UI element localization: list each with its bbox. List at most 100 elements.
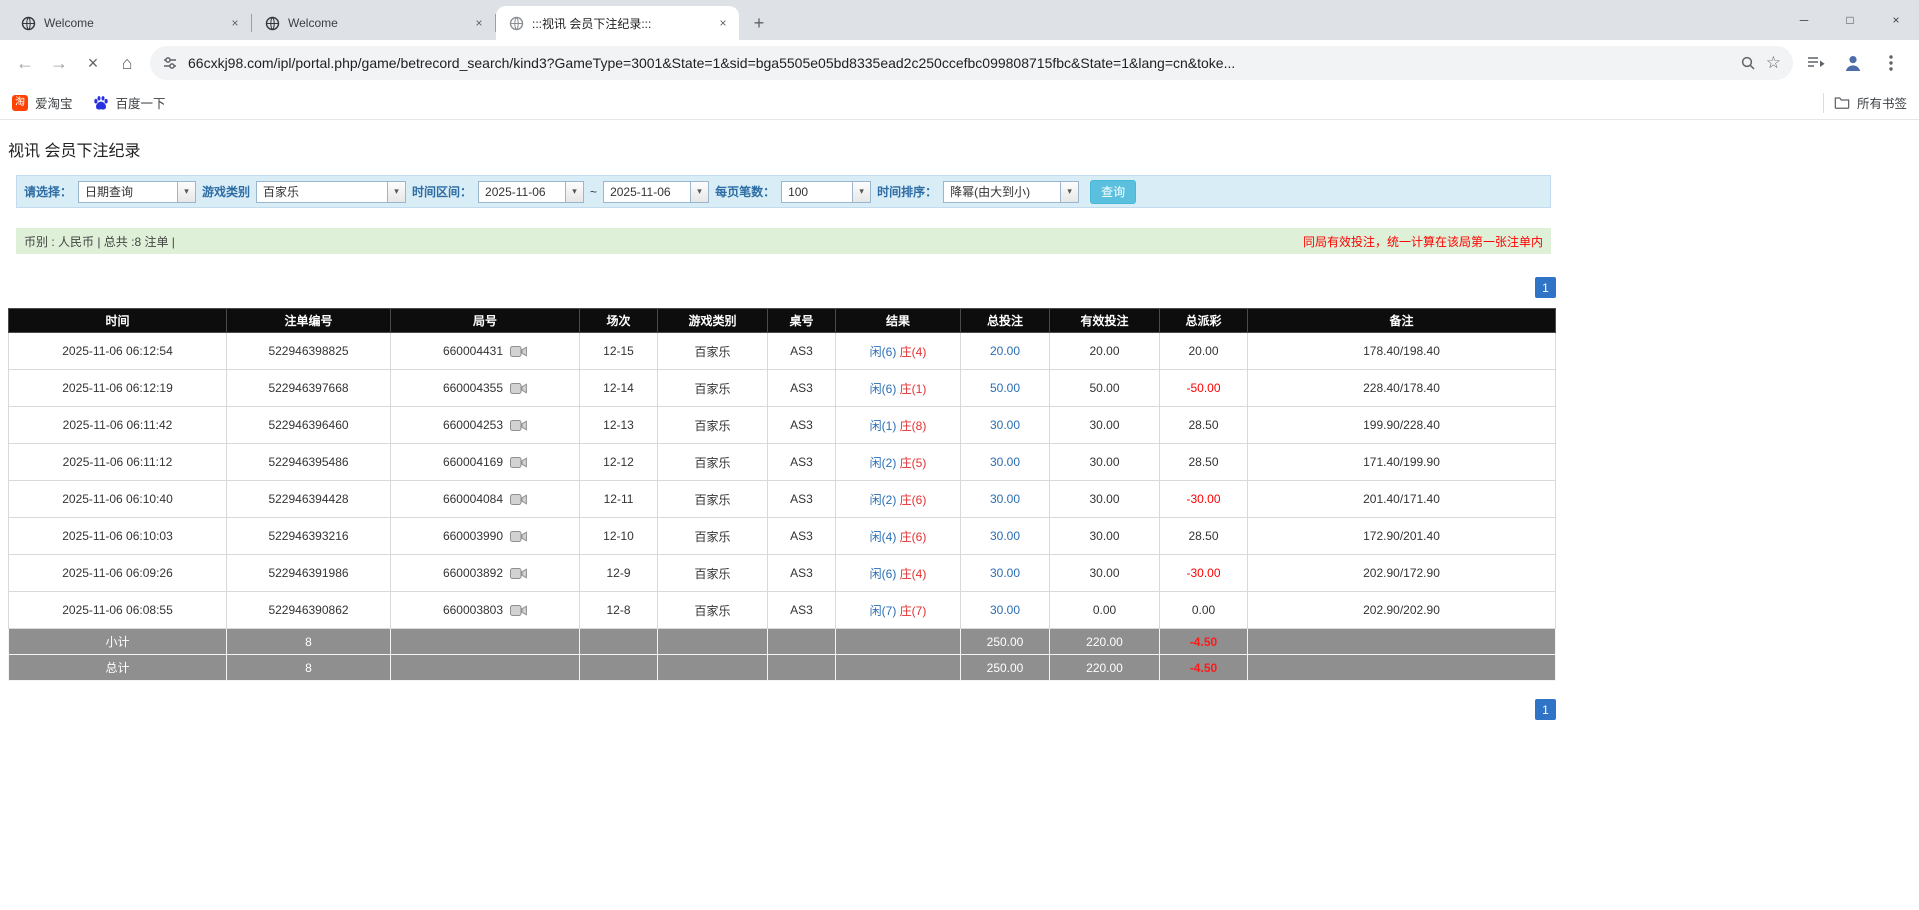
menu-kebab-icon[interactable]	[1875, 47, 1907, 79]
chevron-down-icon[interactable]: ▾	[565, 182, 583, 202]
cell-time: 2025-11-06 06:08:55	[9, 592, 227, 629]
cell-total-bet[interactable]: 30.00	[961, 444, 1050, 481]
column-header-6: 结果	[836, 309, 961, 333]
cell-valid-bet: 30.00	[1050, 407, 1160, 444]
back-button[interactable]: ←	[8, 46, 42, 80]
folder-icon	[1834, 95, 1850, 111]
chevron-down-icon[interactable]: ▾	[177, 182, 195, 202]
cell-total-bet[interactable]: 30.00	[961, 407, 1050, 444]
search-button[interactable]: 查询	[1090, 180, 1136, 204]
cell-total-bet[interactable]: 20.00	[961, 333, 1050, 370]
video-replay-icon[interactable]	[510, 382, 527, 395]
cell-round-no: 660003803	[391, 592, 580, 629]
all-bookmarks-button[interactable]: 所有书签	[1834, 93, 1907, 112]
chevron-down-icon[interactable]: ▾	[852, 182, 870, 202]
cell-note: 228.40/178.40	[1248, 370, 1556, 407]
chevron-down-icon[interactable]: ▾	[690, 182, 708, 202]
column-header-3: 场次	[580, 309, 658, 333]
bookmark-star-icon[interactable]: ☆	[1766, 53, 1781, 73]
page-number-button[interactable]: 1	[1535, 277, 1556, 298]
cell-bet-no: 522946398825	[227, 333, 391, 370]
minimize-button[interactable]: ─	[1781, 0, 1827, 40]
date-from-select[interactable]: 2025-11-06 ▾	[478, 181, 584, 203]
result-player: 闲(2)	[870, 493, 897, 507]
table-header-row: 时间注单编号局号场次游戏类别桌号结果总投注有效投注总派彩备注	[9, 309, 1556, 333]
video-replay-icon[interactable]	[510, 567, 527, 580]
cell-session: 12-9	[580, 555, 658, 592]
bookmarks-bar: 淘 爱淘宝 百度一下 所有书签	[0, 86, 1919, 120]
cell-session: 12-14	[580, 370, 658, 407]
cell-payout: 28.50	[1160, 518, 1248, 555]
column-header-9: 总派彩	[1160, 309, 1248, 333]
chevron-down-icon[interactable]: ▾	[1060, 182, 1078, 202]
cell-note: 172.90/201.40	[1248, 518, 1556, 555]
video-replay-icon[interactable]	[510, 530, 527, 543]
cell-table-no: AS3	[768, 444, 836, 481]
home-button[interactable]: ⌂	[110, 46, 144, 80]
page-number-button[interactable]: 1	[1535, 699, 1556, 720]
video-replay-icon[interactable]	[510, 456, 527, 469]
close-icon[interactable]: ×	[715, 15, 731, 31]
bookmark-baidu[interactable]: 百度一下	[93, 93, 166, 112]
column-header-0: 时间	[9, 309, 227, 333]
cell-table-no: AS3	[768, 333, 836, 370]
video-replay-icon[interactable]	[510, 345, 527, 358]
page-size-label: 每页笔数：	[715, 183, 775, 200]
cell-total-bet[interactable]: 30.00	[961, 592, 1050, 629]
cell-total-bet[interactable]: 30.00	[961, 481, 1050, 518]
maximize-button[interactable]: □	[1827, 0, 1873, 40]
cell-payout: 28.50	[1160, 444, 1248, 481]
stop-reload-button[interactable]: ×	[76, 46, 110, 80]
video-replay-icon[interactable]	[510, 493, 527, 506]
video-replay-icon[interactable]	[510, 604, 527, 617]
tab-welcome-2[interactable]: Welcome ×	[252, 6, 495, 40]
query-type-select[interactable]: 日期查询 ▾	[78, 181, 196, 203]
tab-bet-record[interactable]: :::视讯 会员下注纪录::: ×	[496, 6, 739, 40]
cell-payout: 20.00	[1160, 333, 1248, 370]
globe-icon	[264, 15, 280, 31]
zoom-icon[interactable]	[1740, 55, 1756, 71]
cell-valid-bet: 0.00	[1050, 592, 1160, 629]
profile-avatar-icon[interactable]	[1837, 47, 1869, 79]
new-tab-button[interactable]: +	[745, 9, 773, 37]
video-replay-icon[interactable]	[510, 419, 527, 432]
cell-game-type: 百家乐	[658, 444, 768, 481]
chevron-down-icon[interactable]: ▾	[387, 182, 405, 202]
round-no: 660003803	[443, 603, 503, 617]
url-text[interactable]: 66cxkj98.com/ipl/portal.php/game/betreco…	[188, 55, 1730, 71]
page-size-select[interactable]: 100 ▾	[781, 181, 871, 203]
date-to-select[interactable]: 2025-11-06 ▾	[603, 181, 709, 203]
date-from-value: 2025-11-06	[479, 185, 552, 199]
forward-button[interactable]: →	[42, 46, 76, 80]
column-header-10: 备注	[1248, 309, 1556, 333]
address-bar[interactable]: 66cxkj98.com/ipl/portal.php/game/betreco…	[150, 46, 1793, 80]
cell-total-bet[interactable]: 30.00	[961, 555, 1050, 592]
cell-result: 闲(2) 庄(6)	[836, 481, 961, 518]
site-settings-icon[interactable]	[162, 55, 178, 71]
cell-table-no: AS3	[768, 370, 836, 407]
sum-total-bet: 250.00	[961, 655, 1050, 681]
tab-welcome-1[interactable]: Welcome ×	[8, 6, 251, 40]
close-icon[interactable]: ×	[471, 15, 487, 31]
result-banker: 庄(7)	[900, 604, 927, 618]
cell-total-bet[interactable]: 30.00	[961, 518, 1050, 555]
cell-time: 2025-11-06 06:10:40	[9, 481, 227, 518]
game-type-select[interactable]: 百家乐 ▾	[256, 181, 406, 203]
cell-total-bet[interactable]: 50.00	[961, 370, 1050, 407]
close-icon[interactable]: ×	[227, 15, 243, 31]
cell-payout: -30.00	[1160, 555, 1248, 592]
cell-note: 202.90/202.90	[1248, 592, 1556, 629]
cell-payout: -30.00	[1160, 481, 1248, 518]
cell-payout: -50.00	[1160, 370, 1248, 407]
bookmark-taobao[interactable]: 淘 爱淘宝	[12, 93, 73, 112]
close-window-button[interactable]: ×	[1873, 0, 1919, 40]
time-sort-select[interactable]: 降幂(由大到小) ▾	[943, 181, 1079, 203]
table-row: 2025-11-06 06:09:26522946391986660003892…	[9, 555, 1556, 592]
media-controls-icon[interactable]	[1799, 47, 1831, 79]
cell-bet-no: 522946397668	[227, 370, 391, 407]
column-header-8: 有效投注	[1050, 309, 1160, 333]
tab-title: Welcome	[288, 16, 463, 30]
table-row: 2025-11-06 06:12:19522946397668660004355…	[9, 370, 1556, 407]
cell-round-no: 660004355	[391, 370, 580, 407]
sum-label: 小计	[9, 629, 227, 655]
